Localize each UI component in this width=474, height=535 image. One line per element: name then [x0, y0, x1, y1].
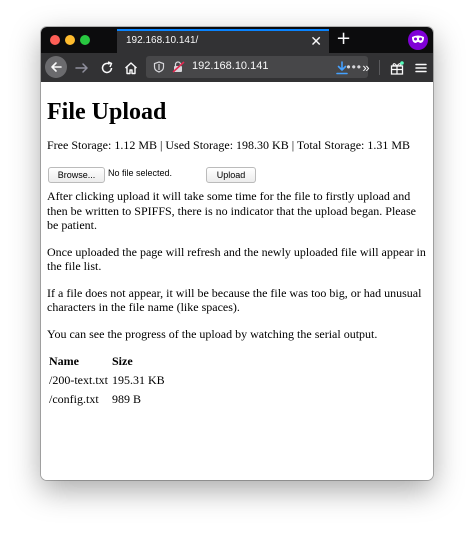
hamburger-menu-icon [415, 63, 427, 73]
table-row: /200-text.txt 195.31 KB [47, 371, 167, 390]
tab-active[interactable]: 192.168.10.141/ ✕ [117, 29, 329, 53]
page-content: File Upload Free Storage: 1.12 MB | Used… [41, 82, 433, 480]
minimize-window-button[interactable] [65, 35, 75, 45]
file-status-text: No file selected. [108, 168, 173, 178]
file-name-cell: /200-text.txt [49, 373, 108, 387]
home-button[interactable] [121, 57, 141, 78]
private-browsing-mask-icon [408, 30, 428, 50]
instruction-paragraph: After clicking upload it will take some … [47, 189, 416, 232]
forward-button[interactable] [72, 57, 92, 78]
extensions-button[interactable] [387, 57, 407, 78]
insecure-lock-icon[interactable] [172, 61, 185, 73]
arrow-left-icon [51, 62, 62, 72]
browse-button[interactable]: Browse... [48, 167, 105, 183]
tab-close-icon[interactable]: ✕ [310, 31, 322, 51]
file-name-cell: /config.txt [49, 392, 99, 406]
file-size-cell: 195.31 KB [112, 373, 165, 387]
page-title: File Upload [47, 99, 167, 125]
tab-strip: 192.168.10.141/ ✕ + [41, 27, 433, 53]
url-text[interactable]: 192.168.10.141 [192, 60, 268, 72]
file-list-table: Name Size /200-text.txt 195.31 KB /confi… [47, 353, 167, 409]
overflow-menu-button[interactable]: » [357, 57, 375, 78]
storage-info: Free Storage: 1.12 MB | Used Storage: 19… [47, 138, 411, 152]
back-button[interactable] [45, 56, 67, 78]
file-size-cell: 989 B [112, 392, 142, 406]
table-header-row: Name Size [47, 353, 167, 371]
download-icon [336, 61, 348, 75]
table-row: /config.txt 989 B [47, 390, 167, 409]
instruction-paragraph: You can see the progress of the upload b… [47, 326, 378, 341]
instruction-paragraph: Once uploaded the page will refresh and … [47, 244, 426, 274]
toolbar-separator [379, 60, 380, 75]
new-tab-button[interactable]: + [336, 28, 351, 50]
navigation-toolbar: 192.168.10.141 ••• » [41, 53, 433, 82]
column-header-size: Size [112, 354, 133, 368]
reload-button[interactable] [97, 57, 117, 78]
tab-title: 192.168.10.141/ [126, 35, 199, 46]
upload-button[interactable]: Upload [206, 167, 256, 183]
downloads-button[interactable] [332, 57, 352, 78]
column-header-name: Name [49, 354, 79, 368]
upload-form: Browse... No file selected. Upload [47, 159, 427, 189]
close-window-button[interactable] [50, 35, 60, 45]
arrow-right-icon [75, 63, 88, 73]
instruction-paragraph: If a file does not appear, it will be be… [47, 285, 422, 315]
menu-button[interactable] [411, 57, 431, 78]
reload-icon [101, 61, 113, 74]
zoom-window-button[interactable] [80, 35, 90, 45]
extensions-icon [390, 61, 404, 75]
browser-window: 192.168.10.141/ ✕ + 192.168.10.141 ••• »… [41, 27, 433, 480]
shield-icon[interactable] [153, 61, 165, 73]
home-icon [125, 62, 137, 75]
